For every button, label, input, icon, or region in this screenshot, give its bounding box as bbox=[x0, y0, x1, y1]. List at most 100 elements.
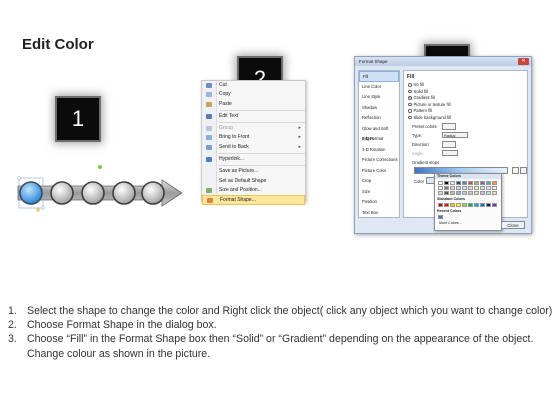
nav-item-position[interactable]: Position bbox=[359, 197, 399, 208]
color-swatch[interactable] bbox=[474, 191, 479, 195]
color-swatch[interactable] bbox=[450, 203, 455, 207]
radio-pattern-fill[interactable]: Pattern fill bbox=[408, 108, 432, 113]
direction-dropdown[interactable] bbox=[442, 141, 456, 148]
color-swatch[interactable] bbox=[486, 191, 491, 195]
send-back-icon bbox=[206, 144, 212, 150]
color-swatch[interactable] bbox=[438, 186, 443, 190]
gradient-stops-label: Gradient stops bbox=[412, 160, 440, 165]
nav-item-fill[interactable]: Fill bbox=[359, 71, 399, 82]
menu-item-edit-text[interactable]: Edit Text bbox=[202, 112, 305, 121]
color-swatch[interactable] bbox=[438, 203, 443, 207]
dialog-close-button[interactable]: Close bbox=[501, 221, 525, 229]
remove-stop-button[interactable] bbox=[520, 167, 527, 174]
color-swatch[interactable] bbox=[492, 181, 497, 185]
color-swatch[interactable] bbox=[456, 191, 461, 195]
color-swatch[interactable] bbox=[462, 191, 467, 195]
color-swatch[interactable] bbox=[444, 186, 449, 190]
add-stop-button[interactable] bbox=[512, 167, 519, 174]
color-swatch[interactable] bbox=[492, 191, 497, 195]
context-menu: Cut Copy Paste Edit Text Group ▸ Bring to… bbox=[201, 80, 306, 205]
menu-separator bbox=[219, 109, 305, 111]
color-swatch[interactable] bbox=[450, 191, 455, 195]
nav-item-reflection[interactable]: Reflection bbox=[359, 113, 399, 124]
color-swatch[interactable] bbox=[468, 181, 473, 185]
color-picker-popup: Theme Colors Standard Colors Recent Colo… bbox=[434, 173, 502, 231]
color-swatch[interactable] bbox=[492, 186, 497, 190]
color-swatch[interactable] bbox=[444, 191, 449, 195]
color-swatch[interactable] bbox=[474, 186, 479, 190]
nav-item-line-color[interactable]: Line Color bbox=[359, 82, 399, 93]
menu-item-save-as-picture[interactable]: Save as Picture... bbox=[202, 167, 305, 176]
color-swatch[interactable] bbox=[468, 191, 473, 195]
preset-colors-dropdown[interactable] bbox=[442, 123, 456, 130]
instruction-item: 1. Select the shape to change the color a… bbox=[8, 305, 553, 317]
paste-icon bbox=[206, 101, 212, 107]
nav-item-3d-rotation[interactable]: 3-D Rotation bbox=[359, 145, 399, 156]
preset-colors-label: Preset colors: bbox=[412, 124, 438, 129]
nav-item-text-box[interactable]: Text Box bbox=[359, 208, 399, 219]
color-swatch[interactable] bbox=[444, 203, 449, 207]
color-swatch[interactable] bbox=[480, 186, 485, 190]
color-swatch[interactable] bbox=[438, 191, 443, 195]
radio-slide-background-fill[interactable]: Slide background fill bbox=[408, 115, 451, 120]
menu-item-paste[interactable]: Paste bbox=[202, 100, 305, 109]
radio-picture-fill[interactable]: Picture or texture fill bbox=[408, 102, 451, 107]
submenu-arrow-icon: ▸ bbox=[298, 143, 301, 150]
color-swatch[interactable] bbox=[486, 203, 491, 207]
color-swatch[interactable] bbox=[462, 203, 467, 207]
color-swatch[interactable] bbox=[438, 181, 443, 185]
nav-item-crop[interactable]: Crop bbox=[359, 176, 399, 187]
nav-item-size[interactable]: Size bbox=[359, 187, 399, 198]
color-swatch[interactable] bbox=[450, 181, 455, 185]
color-swatch[interactable] bbox=[486, 186, 491, 190]
direction-label: Direction: bbox=[412, 142, 430, 147]
color-swatch[interactable] bbox=[468, 186, 473, 190]
menu-item-cut[interactable]: Cut bbox=[202, 81, 305, 90]
menu-item-size-position[interactable]: Size and Position... bbox=[202, 186, 305, 195]
color-swatch[interactable] bbox=[462, 186, 467, 190]
color-swatch[interactable] bbox=[450, 186, 455, 190]
color-swatch[interactable] bbox=[474, 181, 479, 185]
color-swatch[interactable] bbox=[486, 181, 491, 185]
type-label: Type: bbox=[412, 133, 423, 138]
menu-item-hyperlink[interactable]: Hyperlink... bbox=[202, 155, 305, 164]
type-dropdown[interactable]: Radial bbox=[442, 132, 468, 138]
radio-no-fill[interactable]: No fill bbox=[408, 82, 424, 87]
fill-pane: Fill No fill Solid fill Gradient fill Pi… bbox=[403, 70, 528, 231]
color-swatch[interactable] bbox=[468, 203, 473, 207]
color-swatch[interactable] bbox=[480, 191, 485, 195]
nav-item-3d-format[interactable]: 3-D Format bbox=[359, 134, 399, 145]
color-swatch[interactable] bbox=[456, 181, 461, 185]
color-swatch[interactable] bbox=[462, 181, 467, 185]
color-swatch[interactable] bbox=[492, 203, 497, 207]
radio-gradient-fill[interactable]: Gradient fill bbox=[408, 95, 435, 100]
scissors-icon bbox=[206, 83, 212, 88]
color-swatch[interactable] bbox=[456, 203, 461, 207]
nav-item-picture-color[interactable]: Picture Color bbox=[359, 166, 399, 177]
color-swatch[interactable] bbox=[456, 186, 461, 190]
color-swatch[interactable] bbox=[480, 203, 485, 207]
radio-solid-fill[interactable]: Solid fill bbox=[408, 89, 428, 94]
more-colors-link[interactable]: More Colors... bbox=[435, 221, 501, 226]
angle-input[interactable] bbox=[442, 150, 458, 156]
page-title: Edit Color bbox=[22, 36, 94, 53]
menu-item-copy[interactable]: Copy bbox=[202, 90, 305, 99]
menu-item-send-to-back[interactable]: Send to Back ▸ bbox=[202, 143, 305, 152]
arrow-shape[interactable] bbox=[12, 162, 188, 222]
menu-item-bring-to-front[interactable]: Bring to Front ▸ bbox=[202, 133, 305, 142]
submenu-arrow-icon: ▸ bbox=[298, 125, 301, 132]
group-icon bbox=[206, 126, 212, 132]
color-swatch[interactable] bbox=[474, 203, 479, 207]
nav-item-line-style[interactable]: Line Style bbox=[359, 92, 399, 103]
nav-item-glow[interactable]: Glow and Soft Edges bbox=[359, 124, 399, 142]
menu-item-format-shape[interactable]: Format Shape... bbox=[202, 195, 305, 205]
nav-item-shadow[interactable]: Shadow bbox=[359, 103, 399, 114]
color-swatch[interactable] bbox=[438, 215, 443, 219]
nav-item-picture-corrections[interactable]: Picture Corrections bbox=[359, 155, 399, 166]
color-swatch[interactable] bbox=[480, 181, 485, 185]
menu-item-group[interactable]: Group ▸ bbox=[202, 124, 305, 133]
menu-item-set-default-shape[interactable]: Set as Default Shape bbox=[202, 177, 305, 186]
color-swatch[interactable] bbox=[444, 181, 449, 185]
close-icon[interactable]: ✕ bbox=[518, 58, 529, 65]
recent-colors-grid bbox=[435, 213, 501, 221]
